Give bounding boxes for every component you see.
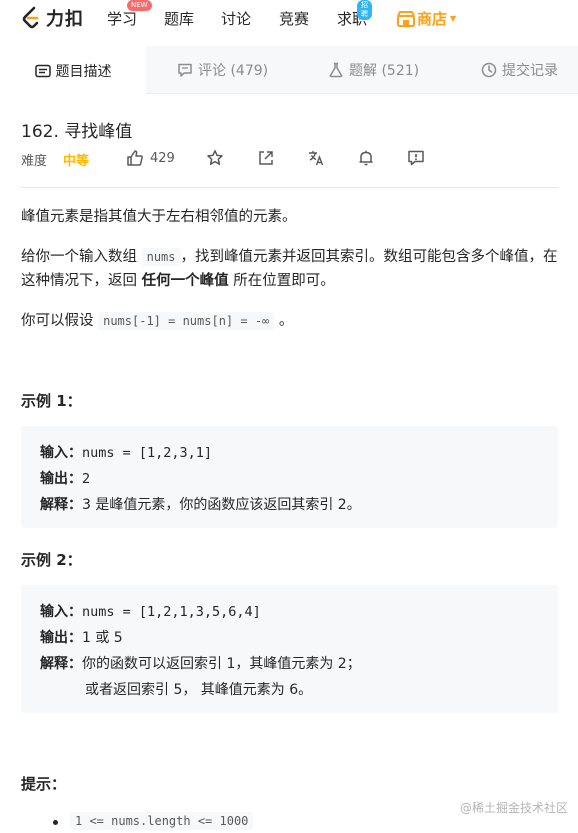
tab-description[interactable]: 题目描述 <box>0 46 146 95</box>
new-badge: NEW <box>127 0 152 11</box>
explain-value: 你的函数可以返回索引 1，其峰值元素为 2； <box>82 656 361 672</box>
input-value: nums = [1,2,3,1] <box>82 445 213 461</box>
description-paragraph-2: 给你一个输入数组 nums ，找到峰值元素并返回其索引。数组可能包含多个峰值，在这… <box>21 245 561 293</box>
tab-solutions[interactable]: 题解 (521) <box>328 46 419 94</box>
inline-code: nums <box>141 248 181 266</box>
example-2-output: 输出：1 或 5 <box>40 627 123 647</box>
nav-problems[interactable]: 题库 <box>164 8 194 29</box>
example-2-explain-cont: 或者返回索引 5， 其峰值元素为 6。 <box>85 682 313 698</box>
nav-contest[interactable]: 竞赛 <box>279 8 309 29</box>
difficulty-label: 难度 <box>21 154 48 169</box>
input-value: nums = [1,2,1,3,5,6,4] <box>82 604 261 620</box>
tab-submissions[interactable]: 提交记录 <box>481 46 558 94</box>
example-1-output: 输出：2 <box>40 468 90 488</box>
logo-text: 力扣 <box>46 9 84 30</box>
divider <box>21 187 558 188</box>
example-2-heading: 示例 2： <box>21 551 82 569</box>
desc-text: 。 <box>274 313 294 329</box>
nav-store[interactable]: 商店 ▼ <box>397 8 456 29</box>
example-1-heading: 示例 1： <box>21 392 82 410</box>
nav-store-label: 商店 <box>417 10 448 28</box>
description-paragraph-3: 你可以假设 nums[-1] = nums[n] = -∞ 。 <box>21 309 561 333</box>
chevron-down-icon: ▼ <box>450 14 457 23</box>
example-2-input: 输入：nums = [1,2,1,3,5,6,4] <box>40 601 261 621</box>
example-1-input: 输入：nums = [1,2,3,1] <box>40 442 212 462</box>
output-label: 输出： <box>40 471 82 487</box>
input-label: 输入： <box>40 445 82 461</box>
explain-label: 解释： <box>40 656 82 672</box>
thumbs-up-icon <box>127 150 143 166</box>
example-2-explain: 解释：你的函数可以返回索引 1，其峰值元素为 2； <box>40 653 361 673</box>
share-icon[interactable] <box>257 149 275 167</box>
nav-jobs[interactable]: 求职 招聘 <box>337 0 372 29</box>
problem-tabs: 题目描述 评论 (479) 题解 (521) 提交记录 <box>0 46 578 95</box>
nav-learn-label: 学习 <box>107 10 138 28</box>
star-icon[interactable] <box>206 149 224 167</box>
bell-icon[interactable] <box>357 149 375 167</box>
flask-icon <box>329 62 343 78</box>
leetcode-logo[interactable]: 力扣 <box>20 5 84 31</box>
nav-discuss[interactable]: 讨论 <box>221 8 251 29</box>
store-icon <box>397 10 415 27</box>
tab-comments-label: 评论 (479) <box>198 63 269 79</box>
comment-icon <box>178 63 192 77</box>
problem-meta-bar: 难度 中等 429 <box>21 149 561 169</box>
nav-learn[interactable]: 学习 NEW <box>107 0 152 29</box>
desc-text: 给你一个输入数组 <box>21 249 142 265</box>
tab-comments[interactable]: 评论 (479) <box>177 46 268 94</box>
description-paragraph-1: 峰值元素是指其值大于左右相邻值的元素。 <box>21 209 297 225</box>
example-2-box: 输入：nums = [1,2,1,3,5,6,4] 输出：1 或 5 解释：你的… <box>21 585 558 713</box>
output-value: 2 <box>82 471 91 487</box>
like-button[interactable]: 429 <box>126 149 175 167</box>
inline-code: 1 <= nums.length <= 1000 <box>70 812 254 830</box>
example-1-explain: 解释：3 是峰值元素，你的函数应该返回其索引 2。 <box>40 494 361 514</box>
inline-code: nums[-1] = nums[n] = -∞ <box>98 312 275 330</box>
output-label: 输出： <box>40 630 82 646</box>
like-count: 429 <box>150 150 175 166</box>
explain-value: 3 是峰值元素，你的函数应该返回其索引 2。 <box>82 497 361 513</box>
hints-heading: 提示： <box>21 775 67 793</box>
output-value: 1 或 5 <box>82 630 123 646</box>
watermark: @稀土掘金技术社区 <box>459 801 568 815</box>
problem-title: 162. 寻找峰值 <box>21 122 133 142</box>
desc-text: 所在位置即可。 <box>228 273 335 289</box>
hint-item: 1 <= nums.length <= 1000 <box>70 812 254 830</box>
explain-label: 解释： <box>40 497 82 513</box>
tab-submissions-label: 提交记录 <box>502 63 558 79</box>
description-icon <box>34 64 51 77</box>
tab-description-label: 题目描述 <box>55 63 112 80</box>
input-label: 输入： <box>40 604 82 620</box>
tab-solutions-label: 题解 (521) <box>349 63 420 79</box>
desc-text: 你可以假设 <box>21 313 99 329</box>
hire-badge: 招聘 <box>357 0 372 20</box>
top-navbar: 力扣 学习 NEW 题库 讨论 竞赛 求职 招聘 商店 ▼ <box>0 0 578 36</box>
feedback-icon[interactable] <box>407 149 425 167</box>
leetcode-logo-icon <box>22 6 39 29</box>
difficulty-value: 中等 <box>63 154 90 169</box>
desc-bold: 任何一个峰值 <box>141 273 229 289</box>
example-1-box: 输入：nums = [1,2,3,1] 输出：2 解释：3 是峰值元素，你的函数… <box>21 426 558 528</box>
translate-icon[interactable] <box>307 149 325 167</box>
clock-icon <box>481 62 497 78</box>
list-bullet <box>53 820 58 825</box>
